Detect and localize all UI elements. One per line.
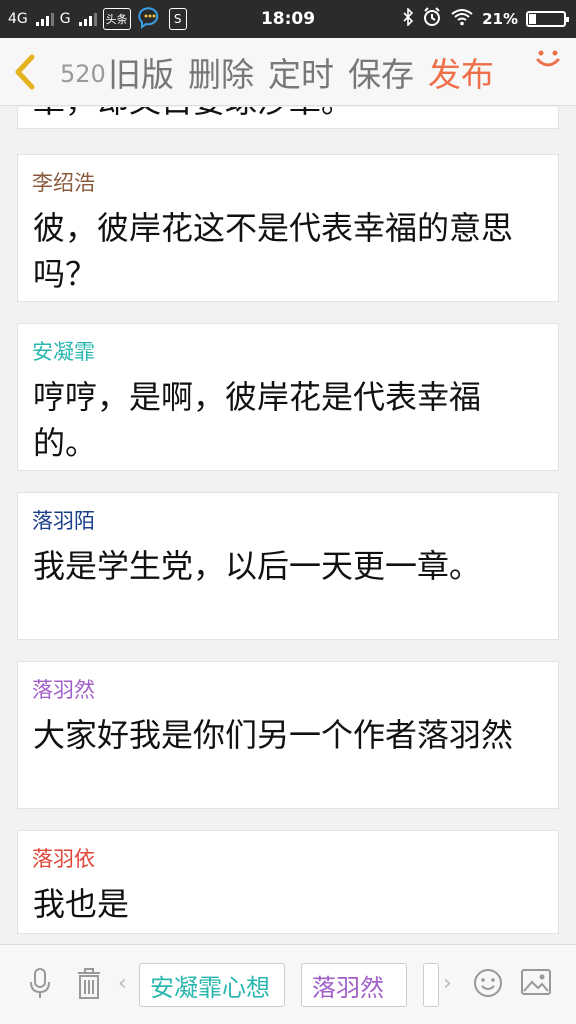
chat-notification-icon (137, 4, 163, 34)
dialogue-text: 我也是 (33, 885, 130, 923)
scroll-right-icon[interactable]: › (443, 971, 452, 996)
wifi-icon (450, 8, 474, 30)
scroll-left-icon[interactable]: ‹ (118, 971, 127, 996)
dialogue-card[interactable]: 落羽陌 我是学生党，以后一天更一章。 (17, 492, 559, 640)
app-notification-icon-2: S (168, 8, 187, 30)
image-icon[interactable] (520, 967, 552, 997)
bluetooth-icon (402, 7, 414, 30)
character-name: 落羽然 (32, 678, 95, 702)
chevron-left-icon (15, 54, 35, 89)
dialogue-text: 哼哼，是啊，彼岸花是代表幸福的。 (33, 378, 482, 462)
editor-top-bar: 520日 旧版 删除 定时 保存 发布 (0, 38, 576, 106)
character-chip-label: 落羽然 (312, 973, 384, 1002)
character-name: 落羽陌 (32, 509, 95, 533)
battery-percent: 21% (482, 10, 518, 28)
battery-icon (526, 11, 569, 27)
schedule-button[interactable]: 定时 (268, 48, 334, 96)
dialogue-text: 彼，彼岸花这不是代表幸福的意思吗？ (33, 209, 514, 293)
delete-button[interactable]: 删除 (188, 48, 254, 96)
dialogue-card[interactable]: 安凝霏 哼哼，是啊，彼岸花是代表幸福的。 (17, 323, 559, 471)
back-label[interactable]: 520日 (60, 54, 108, 89)
old-version-button[interactable]: 旧版 (108, 48, 174, 96)
signal-icon-2 (78, 12, 97, 26)
trash-icon[interactable] (76, 967, 102, 1001)
character-chip-label: 安凝霏心想 (150, 973, 270, 1002)
status-bar: 4G G 头条 S 18:09 21% (0, 0, 576, 38)
dialogue-card[interactable]: 李绍浩 彼，彼岸花这不是代表幸福的意思吗？ (17, 154, 559, 302)
action-group: 旧版 删除 定时 保存 发布 (108, 48, 494, 96)
dialogue-list: 章，却又目要球沙章。 李绍浩 彼，彼岸花这不是代表幸福的意思吗？ 安凝霏 哼哼，… (0, 107, 576, 943)
character-name: 落羽依 (32, 847, 95, 871)
character-chip[interactable]: 落羽然 (301, 963, 407, 1007)
character-chip[interactable]: 安凝霏心想 (139, 963, 285, 1007)
dialogue-text: 章，却又目要球沙章。 (18, 107, 367, 124)
smile-icon (536, 50, 560, 67)
dialogue-text: 我是学生党，以后一天更一章。 (33, 547, 482, 585)
emoji-icon[interactable] (472, 967, 504, 999)
microphone-icon[interactable] (28, 967, 52, 1001)
dialogue-card[interactable]: 落羽依 我也是 (17, 830, 559, 934)
save-button[interactable]: 保存 (348, 48, 414, 96)
character-name: 李绍浩 (32, 171, 95, 195)
back-button[interactable] (0, 38, 50, 106)
alarm-icon (422, 7, 442, 31)
dialogue-text: 大家好我是你们另一个作者落羽然 (33, 716, 514, 754)
app-notification-icon: 头条 (102, 8, 131, 30)
bottom-toolbar: ‹ 安凝霏心想 落羽然 › (0, 944, 576, 1024)
signal-icon (35, 12, 54, 26)
dialogue-card[interactable]: 落羽然 大家好我是你们另一个作者落羽然 (17, 661, 559, 809)
publish-button[interactable]: 发布 (428, 48, 494, 96)
character-name: 安凝霏 (32, 340, 95, 364)
network-type-1: 4G (8, 11, 28, 27)
dialogue-card[interactable]: 章，却又目要球沙章。 (17, 107, 559, 129)
network-type-2: G (59, 11, 71, 27)
character-chip[interactable] (423, 963, 439, 1007)
